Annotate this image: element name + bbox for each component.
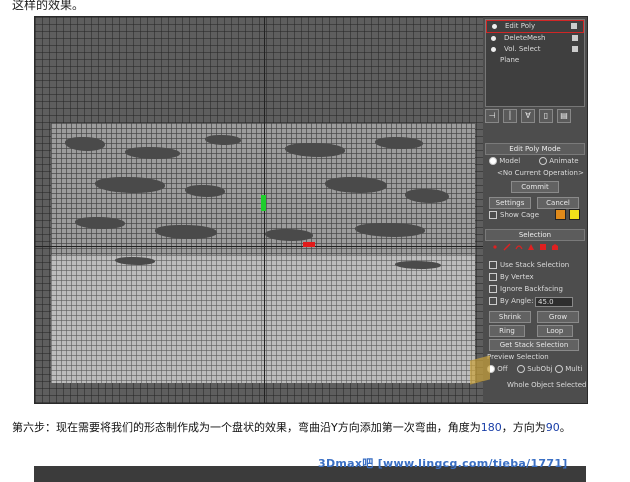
preview-multi-label: Multi [565,365,583,373]
transform-gizmo-x-icon[interactable] [303,242,315,247]
modifier-box-icon [571,23,577,29]
modifier-stack-item[interactable]: Plane [486,55,584,66]
caption-prefix: 第六步：现在需要将我们的形态制作成为一个盘状的效果，弯曲沿Y方向添加第一次弯曲，… [12,421,481,434]
preview-subobj-label: SubObj [527,365,553,373]
show-end-result-icon[interactable]: │ [503,109,517,123]
ring-button[interactable]: Ring [489,325,525,337]
model-radio[interactable]: Model [489,157,520,165]
animate-radio[interactable]: Animate [539,157,579,165]
model-radio-dot [489,157,497,165]
cage-selected-color-swatch[interactable] [569,209,580,220]
command-panel: Edit Poly DeleteMesh Vol. Select Plane ⊣ │ … [483,17,587,403]
modifier-label: DeleteMesh [504,34,546,42]
preview-multi-radio[interactable]: Multi [555,365,582,373]
by-angle-check [489,297,497,305]
step-caption: 第六步：现在需要将我们的形态制作成为一个盘状的效果，弯曲沿Y方向添加第一次弯曲，… [12,420,608,436]
border-icon[interactable] [515,243,523,251]
element-icon[interactable] [539,243,547,251]
shrink-button[interactable]: Shrink [489,311,531,323]
preview-subobj-dot [517,365,525,373]
perspective-viewport[interactable] [35,17,483,403]
modifier-stack-item[interactable]: Vol. Select [486,44,584,55]
preview-off-label: Off [497,365,508,373]
show-cage-checkbox[interactable]: Show Cage [489,211,539,219]
grid-axis-horizontal [35,246,483,247]
current-operation-text: <No Current Operation> [497,169,584,177]
preview-multi-dot [555,365,563,373]
element-cube-icon[interactable] [551,243,559,251]
modifier-stack-item[interactable]: Edit Poly [486,20,584,33]
whole-object-selected-text: Whole Object Selected [507,381,587,389]
watermark-text: 3Dmax吧 [www.lingcg.com/tieba/1771] [318,457,568,470]
preview-off-radio[interactable]: Off [487,365,508,373]
preview-subobj-radio[interactable]: SubObj [517,365,552,373]
by-vertex-check [489,273,497,281]
selection-header[interactable]: Selection [485,229,585,241]
vertex-icon[interactable] [491,243,499,251]
modifier-toggle-bulb-icon[interactable] [492,24,497,29]
caption-angle: 180 [480,421,502,434]
caption-suffix: 。 [559,421,571,434]
edge-icon[interactable] [503,243,511,251]
subobject-level-icons [491,243,581,253]
preview-selection-label: Preview Selection [487,353,549,361]
modifier-box-icon [572,35,578,41]
configure-modifier-sets-icon[interactable]: ▤ [557,109,571,123]
top-intro-text: 这样的效果。 [12,0,85,12]
max-screenshot: Edit Poly DeleteMesh Vol. Select Plane ⊣ │ … [34,16,588,404]
modifier-toggle-bulb-icon[interactable] [491,36,496,41]
by-angle-checkbox[interactable]: By Angle: [489,297,533,305]
cancel-button[interactable]: Cancel [537,197,579,209]
edit-poly-mode-header[interactable]: Edit Poly Mode [485,143,585,155]
by-vertex-label: By Vertex [500,273,534,281]
transform-gizmo-y-icon[interactable] [261,195,266,211]
ignore-backfacing-label: Ignore Backfacing [500,285,563,293]
commit-button[interactable]: Commit [511,181,559,193]
animate-radio-dot [539,157,547,165]
modifier-toggle-bulb-icon[interactable] [491,47,496,52]
model-label: Model [499,157,521,165]
animate-label: Animate [549,157,579,165]
cage-color-swatch[interactable] [555,209,566,220]
loop-button[interactable]: Loop [537,325,573,337]
caption-middle: ，方向为 [501,421,546,434]
ignore-backfacing-check [489,285,497,293]
ignore-backfacing-checkbox[interactable]: Ignore Backfacing [489,285,563,293]
modifier-label: Plane [500,56,520,64]
pin-stack-icon[interactable]: ⊣ [485,109,499,123]
by-angle-label: By Angle: [500,297,534,305]
modifier-label: Vol. Select [504,45,541,53]
plane-mesh-lower [51,255,475,383]
remove-modifier-icon[interactable]: ▯ [539,109,553,123]
make-unique-icon[interactable]: ∀ [521,109,535,123]
modifier-stack: Edit Poly DeleteMesh Vol. Select Plane [485,19,585,107]
by-vertex-checkbox[interactable]: By Vertex [489,273,534,281]
settings-button[interactable]: Settings [489,197,531,209]
show-cage-label: Show Cage [500,211,540,219]
modifier-stack-item[interactable]: DeleteMesh [486,33,584,44]
polygon-icon[interactable] [527,243,535,251]
caption-direction: 90 [545,421,560,434]
angle-spinner[interactable]: 45.0 [535,297,573,307]
use-stack-selection-label: Use Stack Selection [500,261,570,269]
show-cage-check [489,211,497,219]
get-stack-selection-button[interactable]: Get Stack Selection [489,339,579,351]
use-stack-selection-check [489,261,497,269]
stack-toolbar: ⊣ │ ∀ ▯ ▤ [485,109,583,123]
use-stack-selection-checkbox[interactable]: Use Stack Selection [489,261,569,269]
modifier-label: Edit Poly [505,22,536,30]
modifier-box-icon [572,46,578,52]
grow-button[interactable]: Grow [537,311,579,323]
